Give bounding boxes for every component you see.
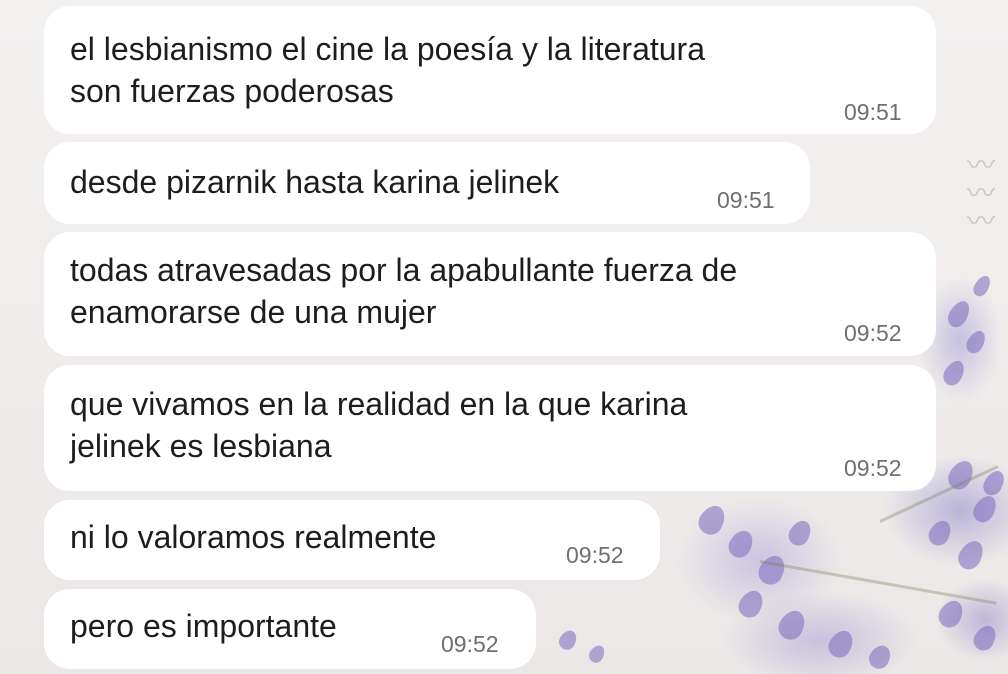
message-timestamp: 09:52 <box>566 542 624 568</box>
message-timestamp: 09:52 <box>441 631 499 657</box>
message-text: pero es importante <box>70 608 337 644</box>
message-text: todas atravesadas por la apabullante fue… <box>70 252 738 330</box>
message-bubble[interactable]: todas atravesadas por la apabullante fue… <box>44 232 936 356</box>
message-timestamp: 09:52 <box>844 320 902 346</box>
message-bubble[interactable]: desde pizarnik hasta karina jelinek 09:5… <box>44 142 810 224</box>
message-text: desde pizarnik hasta karina jelinek <box>70 164 560 200</box>
message-bubble[interactable]: el lesbianismo el cine la poesía y la li… <box>44 6 936 134</box>
message-text: que vivamos en la realidad en la que kar… <box>70 386 688 464</box>
message-timestamp: 09:52 <box>844 455 902 481</box>
message-timestamp: 09:51 <box>717 187 775 213</box>
message-bubble[interactable]: que vivamos en la realidad en la que kar… <box>44 365 936 491</box>
message-text: el lesbianismo el cine la poesía y la li… <box>70 31 705 109</box>
message-bubble[interactable]: ni lo valoramos realmente 09:52 <box>44 500 660 580</box>
message-text: ni lo valoramos realmente <box>70 519 437 555</box>
chat-message-list[interactable]: el lesbianismo el cine la poesía y la li… <box>0 0 1008 674</box>
message-timestamp: 09:51 <box>844 99 902 125</box>
message-bubble[interactable]: pero es importante 09:52 <box>44 589 536 669</box>
